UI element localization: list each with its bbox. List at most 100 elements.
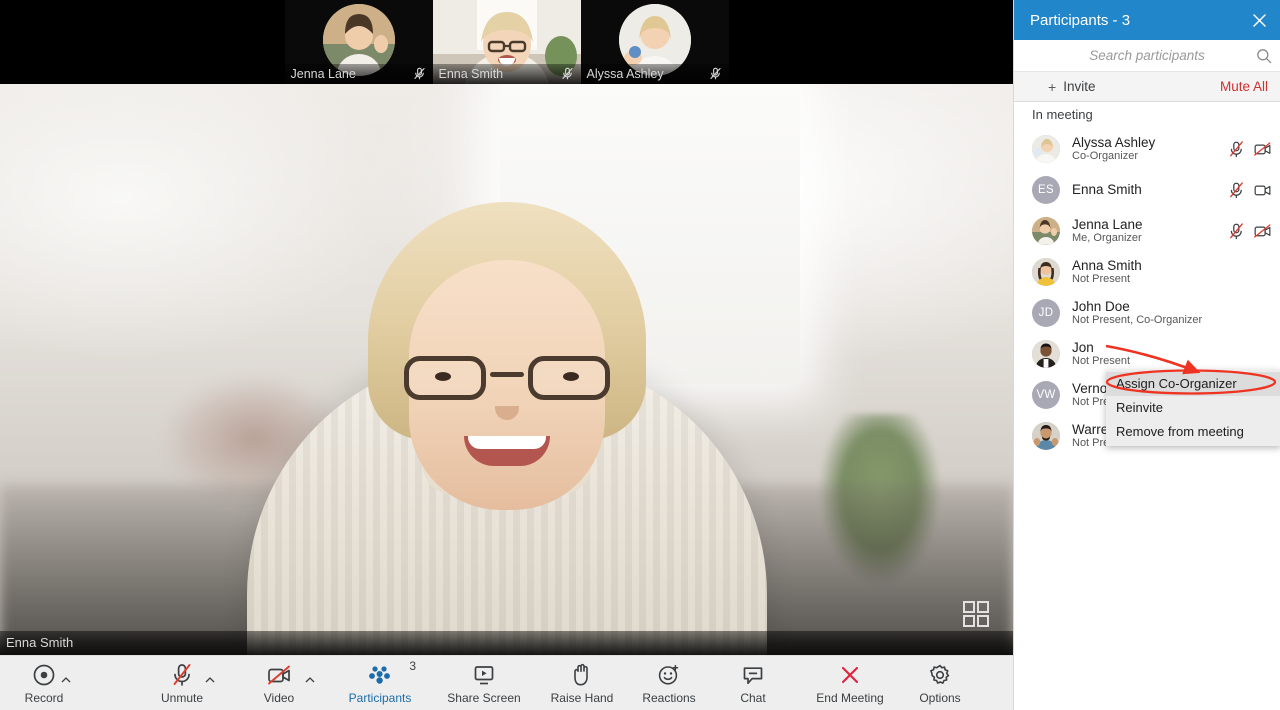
- participant-controls: [1228, 222, 1272, 240]
- active-speaker-name: Enna Smith: [0, 631, 1013, 655]
- invite-button[interactable]: + Invite: [1048, 79, 1095, 94]
- avatar-initials: VW: [1036, 388, 1056, 401]
- avatar-initials: ES: [1038, 183, 1054, 196]
- participant-info: Alyssa Ashley Co-Organizer: [1072, 135, 1228, 163]
- participant-row[interactable]: ES Enna Smith: [1014, 169, 1280, 210]
- video-button[interactable]: Video: [246, 656, 315, 710]
- share-screen-button[interactable]: Share Screen: [436, 656, 532, 710]
- participant-row[interactable]: Alyssa Ashley Co-Organizer: [1014, 128, 1280, 169]
- record-icon: [32, 662, 56, 688]
- participant-row[interactable]: JD John Doe Not Present, Co-Organizer: [1014, 292, 1280, 333]
- participant-name: John Doe: [1072, 298, 1130, 314]
- participants-panel: Participants - 3 + Invite Mute All In me…: [1013, 0, 1280, 710]
- video-stage: Jenna Lane Enna Smith Alyssa Ashley Enna…: [0, 0, 1013, 655]
- search-icon[interactable]: [1256, 48, 1272, 64]
- participant-info: Anna Smith Not Present: [1072, 258, 1272, 286]
- avatar-initials: JD: [1038, 306, 1054, 319]
- participants-button[interactable]: Participants 3: [334, 656, 426, 710]
- grid-layout-icon[interactable]: [961, 599, 991, 629]
- thumbnail-tile[interactable]: Alyssa Ashley: [580, 0, 729, 84]
- close-icon[interactable]: [1250, 11, 1268, 29]
- avatar: ES: [1032, 175, 1060, 204]
- raise-hand-button[interactable]: Raise Hand: [538, 656, 626, 710]
- mic-muted-icon[interactable]: [1228, 222, 1245, 240]
- options-button[interactable]: Options: [902, 656, 978, 710]
- video-on-icon[interactable]: [1253, 181, 1272, 199]
- meeting-app-window: Jenna Lane Enna Smith Alyssa Ashley Enna…: [0, 0, 1280, 710]
- search-row: [1014, 40, 1280, 72]
- record-button[interactable]: Record: [0, 656, 88, 710]
- thumbnail-name: Enna Smith: [432, 64, 581, 84]
- mic-muted-icon[interactable]: [1228, 181, 1245, 199]
- toolbar-label: Participants: [348, 691, 412, 705]
- menu-item-assign-co-organizer[interactable]: Assign Co-Organizer: [1106, 372, 1280, 396]
- in-meeting-section-label: In meeting: [1032, 107, 1093, 122]
- toolbar-label: Chat: [740, 691, 766, 705]
- search-input[interactable]: [1014, 40, 1280, 71]
- reactions-button[interactable]: Reactions: [626, 656, 712, 710]
- toolbar-label: End Meeting: [816, 691, 884, 705]
- participants-panel-header: Participants - 3: [1014, 0, 1280, 40]
- avatar: [1032, 216, 1060, 245]
- menu-item-reinvite[interactable]: Reinvite: [1106, 396, 1280, 420]
- participant-info: John Doe Not Present, Co-Organizer: [1072, 299, 1272, 327]
- participant-name: Alyssa Ashley: [1072, 134, 1156, 150]
- participants-count-badge: 3: [409, 659, 416, 673]
- mic-muted-icon: [413, 67, 425, 80]
- raise-hand-icon: [571, 662, 593, 688]
- end-meeting-button[interactable]: End Meeting: [802, 656, 898, 710]
- participants-icon: [367, 662, 393, 688]
- thumbnail-tile[interactable]: Jenna Lane: [284, 0, 433, 84]
- participant-row[interactable]: Jon Not Present: [1014, 333, 1280, 374]
- avatar: [1032, 134, 1060, 163]
- unmute-button[interactable]: Unmute: [140, 656, 224, 710]
- participant-role: Co-Organizer: [1072, 149, 1139, 162]
- thumbnail-name: Alyssa Ashley: [580, 64, 729, 84]
- video-off-icon[interactable]: [1253, 140, 1272, 158]
- share-screen-icon: [472, 662, 496, 688]
- chevron-up-icon[interactable]: [204, 674, 216, 686]
- participant-row[interactable]: Jenna Lane Me, Organizer: [1014, 210, 1280, 251]
- toolbar-label: Record: [24, 691, 64, 705]
- panel-action-row: + Invite Mute All: [1014, 72, 1280, 102]
- mute-all-button[interactable]: Mute All: [1220, 79, 1268, 94]
- toolbar-label: Share Screen: [447, 691, 521, 705]
- participant-name: Enna Smith: [1072, 182, 1142, 197]
- participant-role: Not Present: [1072, 272, 1131, 285]
- chevron-up-icon[interactable]: [304, 674, 316, 686]
- participant-info: Jon Not Present: [1072, 340, 1272, 368]
- video-off-icon[interactable]: [1253, 222, 1272, 240]
- avatar: [1032, 421, 1060, 450]
- toolbar-label: Raise Hand: [550, 691, 614, 705]
- toolbar-label: Video: [263, 691, 295, 705]
- toolbar-label: Reactions: [642, 691, 696, 705]
- panel-title: Participants - 3: [1030, 11, 1131, 29]
- mic-muted-icon: [170, 662, 194, 688]
- meeting-toolbar: Record Unmute Video Participants 3 Share…: [0, 655, 1013, 710]
- speaker-glasses: [402, 356, 612, 400]
- avatar: VW: [1032, 380, 1060, 409]
- reactions-icon: [657, 662, 681, 688]
- participant-info: Jenna Lane Me, Organizer: [1072, 217, 1228, 245]
- gear-icon: [928, 662, 952, 688]
- avatar: [1032, 257, 1060, 286]
- participant-controls: [1228, 181, 1272, 199]
- thumbnail-name: Jenna Lane: [284, 64, 433, 84]
- avatar: [1032, 339, 1060, 368]
- participant-name: Jenna Lane: [1072, 216, 1143, 232]
- thumbnail-tile[interactable]: Enna Smith: [432, 0, 581, 84]
- menu-item-remove-from-meeting[interactable]: Remove from meeting: [1106, 420, 1280, 444]
- chevron-up-icon[interactable]: [60, 674, 72, 686]
- plus-icon: +: [1048, 78, 1057, 95]
- participant-role: Not Present, Co-Organizer: [1072, 313, 1203, 326]
- participant-row[interactable]: Anna Smith Not Present: [1014, 251, 1280, 292]
- participant-name: Anna Smith: [1072, 257, 1142, 273]
- video-off-icon: [266, 662, 292, 688]
- active-speaker-video: Enna Smith: [0, 84, 1013, 655]
- toolbar-label: Unmute: [160, 691, 204, 705]
- chat-button[interactable]: Chat: [722, 656, 784, 710]
- avatar: JD: [1032, 298, 1060, 327]
- participant-context-menu: Assign Co-Organizer Reinvite Remove from…: [1106, 370, 1280, 446]
- participant-controls: [1228, 140, 1272, 158]
- mic-muted-icon[interactable]: [1228, 140, 1245, 158]
